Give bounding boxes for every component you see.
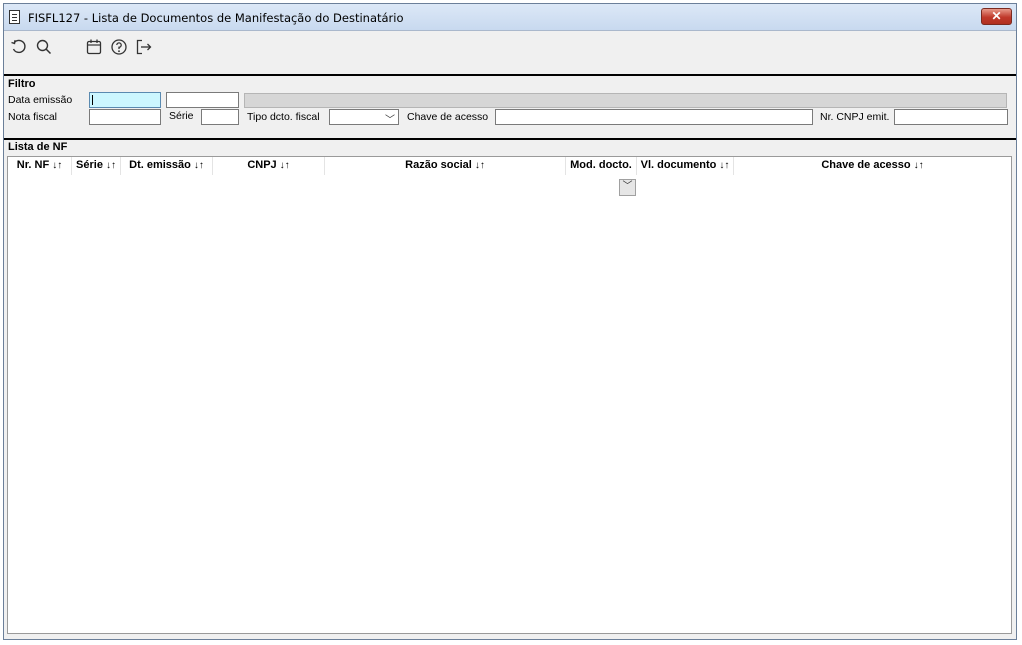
sort-icon: ↓↑ (719, 160, 730, 171)
chevron-down-icon: ﹀ (385, 115, 395, 126)
col-dt-emissao[interactable]: Dt. emissão ↓↑ (121, 157, 213, 175)
tipo-dcto-label: Tipo dcto. fiscal (247, 111, 320, 123)
chevron-down-icon: ﹀ (622, 181, 633, 192)
disabled-field (244, 93, 1007, 108)
col-label: Chave de acesso (821, 159, 911, 171)
nota-fiscal-label: Nota fiscal (8, 111, 58, 123)
col-mod-docto[interactable]: Mod. docto. (566, 157, 637, 175)
cnpj-emit-label: Nr. CNPJ emit. (820, 111, 890, 123)
nota-fiscal-input[interactable] (89, 109, 161, 125)
help-icon[interactable] (110, 38, 128, 56)
serie-input[interactable] (201, 109, 239, 125)
col-label: Série (76, 159, 103, 171)
filter-title: Filtro (8, 78, 36, 90)
toolbar (4, 31, 1016, 63)
data-emissao-to-input[interactable] (166, 92, 239, 108)
col-label: Dt. emissão (129, 159, 191, 171)
sort-icon: ↓↑ (913, 160, 924, 171)
filter-section: Filtro Data emissão Nota fiscal Série Ti… (4, 74, 1016, 140)
sort-icon: ↓↑ (105, 160, 116, 171)
window-title: FISFL127 - Lista de Documentos de Manife… (28, 11, 404, 25)
sort-icon: ↓↑ (279, 160, 290, 171)
text-caret (92, 95, 93, 105)
document-icon (9, 10, 20, 24)
col-serie[interactable]: Série ↓↑ (72, 157, 121, 175)
serie-label: Série (169, 110, 194, 122)
col-cnpj[interactable]: CNPJ ↓↑ (213, 157, 325, 175)
title-bar: FISFL127 - Lista de Documentos de Manife… (4, 4, 1016, 31)
table-header: Nr. NF ↓↑ Série ↓↑ Dt. emissão ↓↑ CNPJ ↓↑ Ra… (8, 157, 1011, 175)
sort-icon: ↓↑ (52, 160, 63, 171)
undo-icon[interactable] (10, 38, 28, 56)
data-emissao-from-input[interactable] (89, 92, 161, 108)
mod-docto-filter-dropdown[interactable]: ﹀ (619, 179, 636, 196)
col-label: Nr. NF (16, 159, 50, 171)
main-window: FISFL127 - Lista de Documentos de Manife… (3, 3, 1017, 640)
sort-icon: ↓↑ (474, 160, 485, 171)
data-emissao-label: Data emissão (8, 94, 73, 106)
col-label: Vl. documento (640, 159, 717, 171)
col-label: CNPJ (247, 159, 277, 171)
list-title: Lista de NF (8, 141, 68, 153)
cnpj-emit-input[interactable] (894, 109, 1008, 125)
chave-acesso-label: Chave de acesso (407, 111, 489, 123)
col-chave-acesso[interactable]: Chave de acesso ↓↑ (734, 157, 1011, 175)
col-nr-nf[interactable]: Nr. NF ↓↑ (8, 157, 72, 175)
close-button[interactable]: ✕ (981, 8, 1012, 25)
list-section: Lista de NF (4, 138, 1016, 154)
sort-icon: ↓↑ (193, 160, 204, 171)
nf-table[interactable]: Nr. NF ↓↑ Série ↓↑ Dt. emissão ↓↑ CNPJ ↓↑ Ra… (7, 156, 1012, 634)
calendar-icon[interactable] (85, 38, 103, 56)
chave-acesso-input[interactable] (495, 109, 813, 125)
col-label: Razão social (405, 159, 472, 171)
col-razao-social[interactable]: Razão social ↓↑ (325, 157, 566, 175)
search-icon[interactable] (35, 38, 53, 56)
col-label: Mod. docto. (570, 159, 632, 171)
tipo-dcto-select[interactable]: ﹀ (329, 109, 399, 126)
exit-icon[interactable] (135, 38, 153, 56)
col-vl-documento[interactable]: Vl. documento ↓↑ (637, 157, 734, 175)
